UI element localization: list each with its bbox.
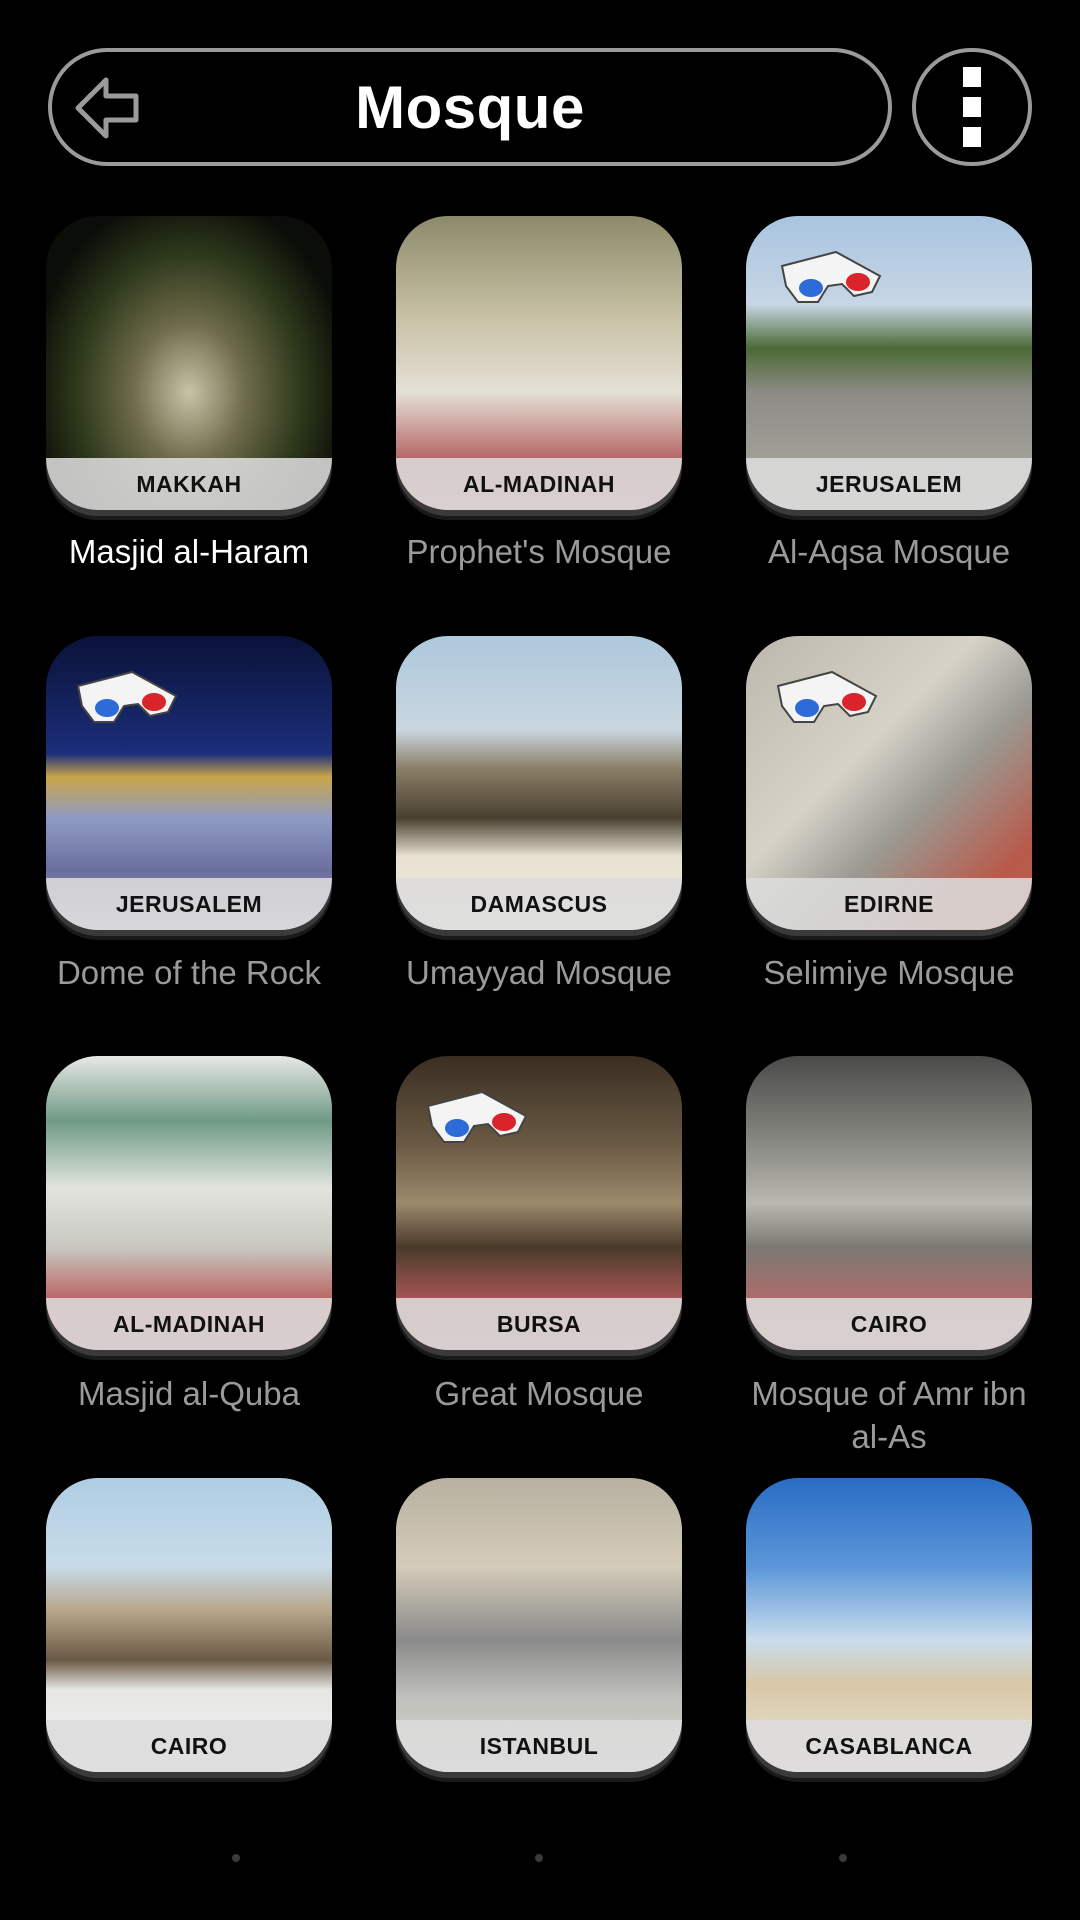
mosque-tile[interactable]: BURSA xyxy=(396,1056,682,1350)
title-bar: Mosque xyxy=(48,48,892,166)
city-caption: AL-MADINAH xyxy=(396,458,682,510)
mosque-name-label[interactable]: Dome of the Rock xyxy=(44,951,334,994)
3d-glasses-icon xyxy=(76,670,178,723)
mosque-name-label[interactable]: Umayyad Mosque xyxy=(394,951,684,994)
mosque-tile[interactable]: CASABLANCA xyxy=(746,1478,1032,1772)
overflow-menu-button[interactable] xyxy=(912,48,1032,166)
mosque-name-label[interactable]: Great Mosque xyxy=(394,1372,684,1415)
3d-glasses-icon xyxy=(426,1090,528,1143)
city-caption: MAKKAH xyxy=(46,458,332,510)
mosque-tile[interactable]: DAMASCUS xyxy=(396,636,682,930)
mosque-tile[interactable]: MAKKAH xyxy=(46,216,332,510)
city-caption: CAIRO xyxy=(46,1720,332,1772)
mosque-name-label[interactable]: Masjid al-Haram xyxy=(44,530,334,573)
mosque-tile[interactable]: JERUSALEM xyxy=(46,636,332,930)
city-caption: BURSA xyxy=(396,1298,682,1350)
mosque-name-label[interactable]: Al-Aqsa Mosque xyxy=(744,530,1034,573)
mosque-name-label[interactable]: Mosque of Amr ibn al-As xyxy=(744,1372,1034,1458)
more-vertical-icon xyxy=(963,67,981,147)
city-caption: JERUSALEM xyxy=(746,458,1032,510)
mosque-tile[interactable]: AL-MADINAH xyxy=(46,1056,332,1350)
mosque-tile[interactable]: CAIRO xyxy=(46,1478,332,1772)
city-caption: CAIRO xyxy=(746,1298,1032,1350)
mosque-tile[interactable]: JERUSALEM xyxy=(746,216,1032,510)
page-indicator-dot xyxy=(232,1854,240,1862)
city-caption: EDIRNE xyxy=(746,878,1032,930)
mosque-name-label[interactable]: Masjid al-Quba xyxy=(44,1372,334,1415)
mosque-tile[interactable]: CAIRO xyxy=(746,1056,1032,1350)
mosque-tile[interactable]: ISTANBUL xyxy=(396,1478,682,1772)
city-caption: ISTANBUL xyxy=(396,1720,682,1772)
page-title: Mosque xyxy=(355,73,585,141)
page-indicator-dot xyxy=(535,1854,543,1862)
mosque-tile[interactable]: EDIRNE xyxy=(746,636,1032,930)
city-caption: DAMASCUS xyxy=(396,878,682,930)
mosque-name-label[interactable]: Selimiye Mosque xyxy=(744,951,1034,994)
3d-glasses-icon xyxy=(776,670,878,723)
3d-glasses-icon xyxy=(780,250,882,303)
city-caption: AL-MADINAH xyxy=(46,1298,332,1350)
mosque-tile[interactable]: AL-MADINAH xyxy=(396,216,682,510)
mosque-name-label[interactable]: Prophet's Mosque xyxy=(394,530,684,573)
city-caption: JERUSALEM xyxy=(46,878,332,930)
city-caption: CASABLANCA xyxy=(746,1720,1032,1772)
page-indicator-dot xyxy=(839,1854,847,1862)
